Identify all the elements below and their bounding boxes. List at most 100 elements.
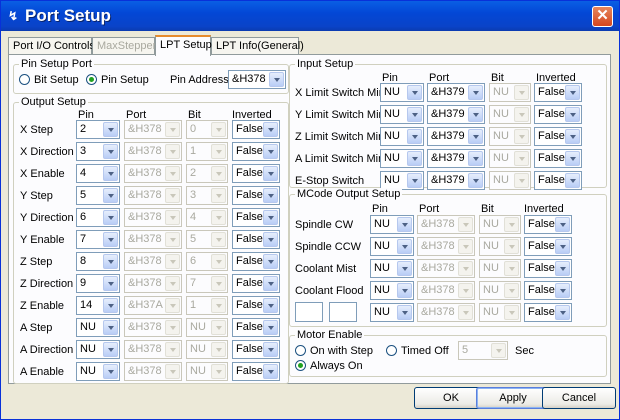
chevron-down-icon <box>458 305 473 320</box>
output-inverted-combo[interactable]: False <box>232 230 280 249</box>
pin-setup-radio[interactable]: Pin Setup <box>86 74 149 86</box>
output-inverted-combo[interactable]: False <box>232 274 280 293</box>
chevron-down-icon <box>211 122 226 137</box>
mcode-pin-combo[interactable]: NU <box>370 237 414 256</box>
mcode-inverted-combo-value: False <box>528 306 555 318</box>
mcode-pin-combo[interactable]: NU <box>370 259 414 278</box>
output-inverted-combo[interactable]: False <box>232 186 280 205</box>
bit-setup-radio[interactable]: Bit Setup <box>19 74 79 86</box>
output-pin-combo[interactable]: 6 <box>76 208 120 227</box>
apply-button[interactable]: Apply <box>476 387 550 409</box>
output-bit-combo: 2 <box>186 164 228 183</box>
output-inverted-combo[interactable]: False <box>232 340 280 359</box>
input-pin-combo[interactable]: NU <box>380 149 424 168</box>
input-port-combo[interactable]: &H379 <box>427 105 485 124</box>
output-pin-combo[interactable]: 7 <box>76 230 120 249</box>
mcode-pin-combo[interactable]: NU <box>370 215 414 234</box>
input-port-combo[interactable]: &H379 <box>427 149 485 168</box>
output-inverted-combo[interactable]: False <box>232 318 280 337</box>
output-row-label: Y Direction <box>20 212 74 224</box>
input-pin-combo[interactable]: NU <box>380 127 424 146</box>
tab-lpt-info-general[interactable]: LPT Info(General) <box>211 37 304 55</box>
mcode-custom-code-input-2[interactable] <box>329 302 357 322</box>
mcode-custom-code-input-1[interactable] <box>295 302 323 322</box>
cancel-button[interactable]: Cancel <box>542 387 616 409</box>
mcode-inverted-combo[interactable]: False <box>524 237 572 256</box>
output-inverted-combo[interactable]: False <box>232 208 280 227</box>
input-bit-combo: NU <box>489 171 531 190</box>
output-inverted-combo[interactable]: False <box>232 142 280 161</box>
chevron-down-icon <box>565 151 580 166</box>
chevron-down-icon <box>397 239 412 254</box>
input-bit-combo: NU <box>489 83 531 102</box>
always-on-radio[interactable]: Always On <box>295 360 363 372</box>
output-pin-combo-value: 6 <box>80 211 87 223</box>
chevron-down-icon <box>103 144 118 159</box>
chevron-down-icon <box>407 151 422 166</box>
input-port-combo-value: &H379 <box>431 174 465 186</box>
close-button[interactable]: ✕ <box>592 6 613 27</box>
output-pin-combo-value: NU <box>80 321 96 333</box>
mcode-inverted-combo[interactable]: False <box>524 259 572 278</box>
output-port-combo: &H378 <box>124 120 182 139</box>
output-pin-combo[interactable]: 14 <box>76 296 120 315</box>
mcode-inverted-combo[interactable]: False <box>524 215 572 234</box>
input-port-combo[interactable]: &H379 <box>427 127 485 146</box>
output-bit-combo: NU <box>186 362 228 381</box>
output-inverted-combo[interactable]: False <box>232 296 280 315</box>
chevron-down-icon <box>165 144 180 159</box>
output-pin-combo[interactable]: 4 <box>76 164 120 183</box>
output-pin-combo[interactable]: NU <box>76 340 120 359</box>
chevron-down-icon <box>103 276 118 291</box>
mcode-inverted-combo[interactable]: False <box>524 303 572 322</box>
tab-port-io-controls[interactable]: Port I/O Controls <box>8 37 95 55</box>
output-pin-combo[interactable]: 5 <box>76 186 120 205</box>
pin-address-combo[interactable]: &H378 <box>228 70 286 89</box>
chevron-down-icon <box>397 283 412 298</box>
output-inverted-combo[interactable]: False <box>232 164 280 183</box>
on-with-step-radio[interactable]: On with Step <box>295 345 373 357</box>
output-pin-combo[interactable]: 3 <box>76 142 120 161</box>
output-pin-combo[interactable]: 2 <box>76 120 120 139</box>
chevron-down-icon <box>211 232 226 247</box>
title-bar[interactable]: ↯ Port Setup ✕ <box>1 1 619 31</box>
output-inverted-combo[interactable]: False <box>232 362 280 381</box>
output-port-combo: &H37A <box>124 296 182 315</box>
chevron-down-icon <box>263 166 278 181</box>
mcode-pin-combo-value: NU <box>374 240 390 252</box>
input-bit-combo: NU <box>489 105 531 124</box>
input-port-combo-value: &H379 <box>431 86 465 98</box>
output-pin-combo[interactable]: 8 <box>76 252 120 271</box>
output-inverted-combo[interactable]: False <box>232 252 280 271</box>
output-row-label: Z Step <box>20 256 53 268</box>
input-inverted-combo[interactable]: False <box>534 127 582 146</box>
output-pin-combo[interactable]: NU <box>76 318 120 337</box>
input-port-combo-value: &H379 <box>431 108 465 120</box>
input-inverted-combo[interactable]: False <box>534 105 582 124</box>
output-pin-combo[interactable]: NU <box>76 362 120 381</box>
input-pin-combo[interactable]: NU <box>380 105 424 124</box>
input-port-combo[interactable]: &H379 <box>427 171 485 190</box>
tab-maxstepper: MaxStepper <box>92 37 156 55</box>
input-inverted-combo[interactable]: False <box>534 83 582 102</box>
input-inverted-combo[interactable]: False <box>534 149 582 168</box>
output-row-label: X Enable <box>20 168 65 180</box>
chevron-down-icon <box>458 239 473 254</box>
mcode-inverted-combo-value: False <box>528 284 555 296</box>
mcode-inverted-combo[interactable]: False <box>524 281 572 300</box>
chevron-down-icon <box>211 210 226 225</box>
input-port-combo[interactable]: &H379 <box>427 83 485 102</box>
chevron-down-icon <box>165 276 180 291</box>
input-pin-combo[interactable]: NU <box>380 83 424 102</box>
output-pin-combo[interactable]: 9 <box>76 274 120 293</box>
output-inverted-combo-value: False <box>236 167 263 179</box>
tab-lpt-setup[interactable]: LPT Setup <box>155 35 212 56</box>
input-inverted-combo[interactable]: False <box>534 171 582 190</box>
mcode-pin-combo-value: NU <box>374 306 390 318</box>
mcode-pin-combo[interactable]: NU <box>370 303 414 322</box>
timed-off-radio[interactable]: Timed Off <box>386 345 449 357</box>
mcode-pin-combo[interactable]: NU <box>370 281 414 300</box>
output-port-combo: &H378 <box>124 142 182 161</box>
output-inverted-combo[interactable]: False <box>232 120 280 139</box>
output-row-label: Z Enable <box>20 300 65 312</box>
